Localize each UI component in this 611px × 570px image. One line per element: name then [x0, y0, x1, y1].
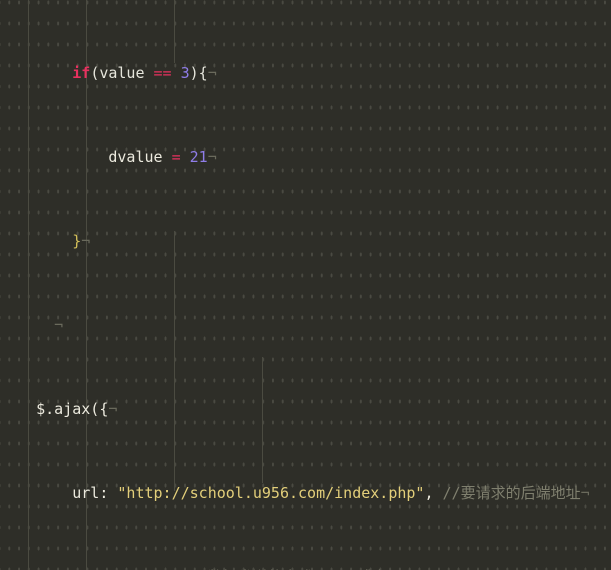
- code-line[interactable]: }¬: [0, 231, 611, 252]
- code-line[interactable]: url: "http://school.u956.com/index.php",…: [0, 483, 611, 504]
- code-line[interactable]: if(value == 3){¬: [0, 63, 611, 84]
- code-line[interactable]: ¬: [0, 315, 611, 336]
- code-editor[interactable]: if(value == 3){¬ dvalue = 21¬ }¬ ¬ $.aja…: [0, 0, 611, 570]
- code-content[interactable]: if(value == 3){¬ dvalue = 21¬ }¬ ¬ $.aja…: [0, 0, 611, 570]
- code-line[interactable]: dvalue = 21¬: [0, 147, 611, 168]
- code-line[interactable]: $.ajax({¬: [0, 399, 611, 420]
